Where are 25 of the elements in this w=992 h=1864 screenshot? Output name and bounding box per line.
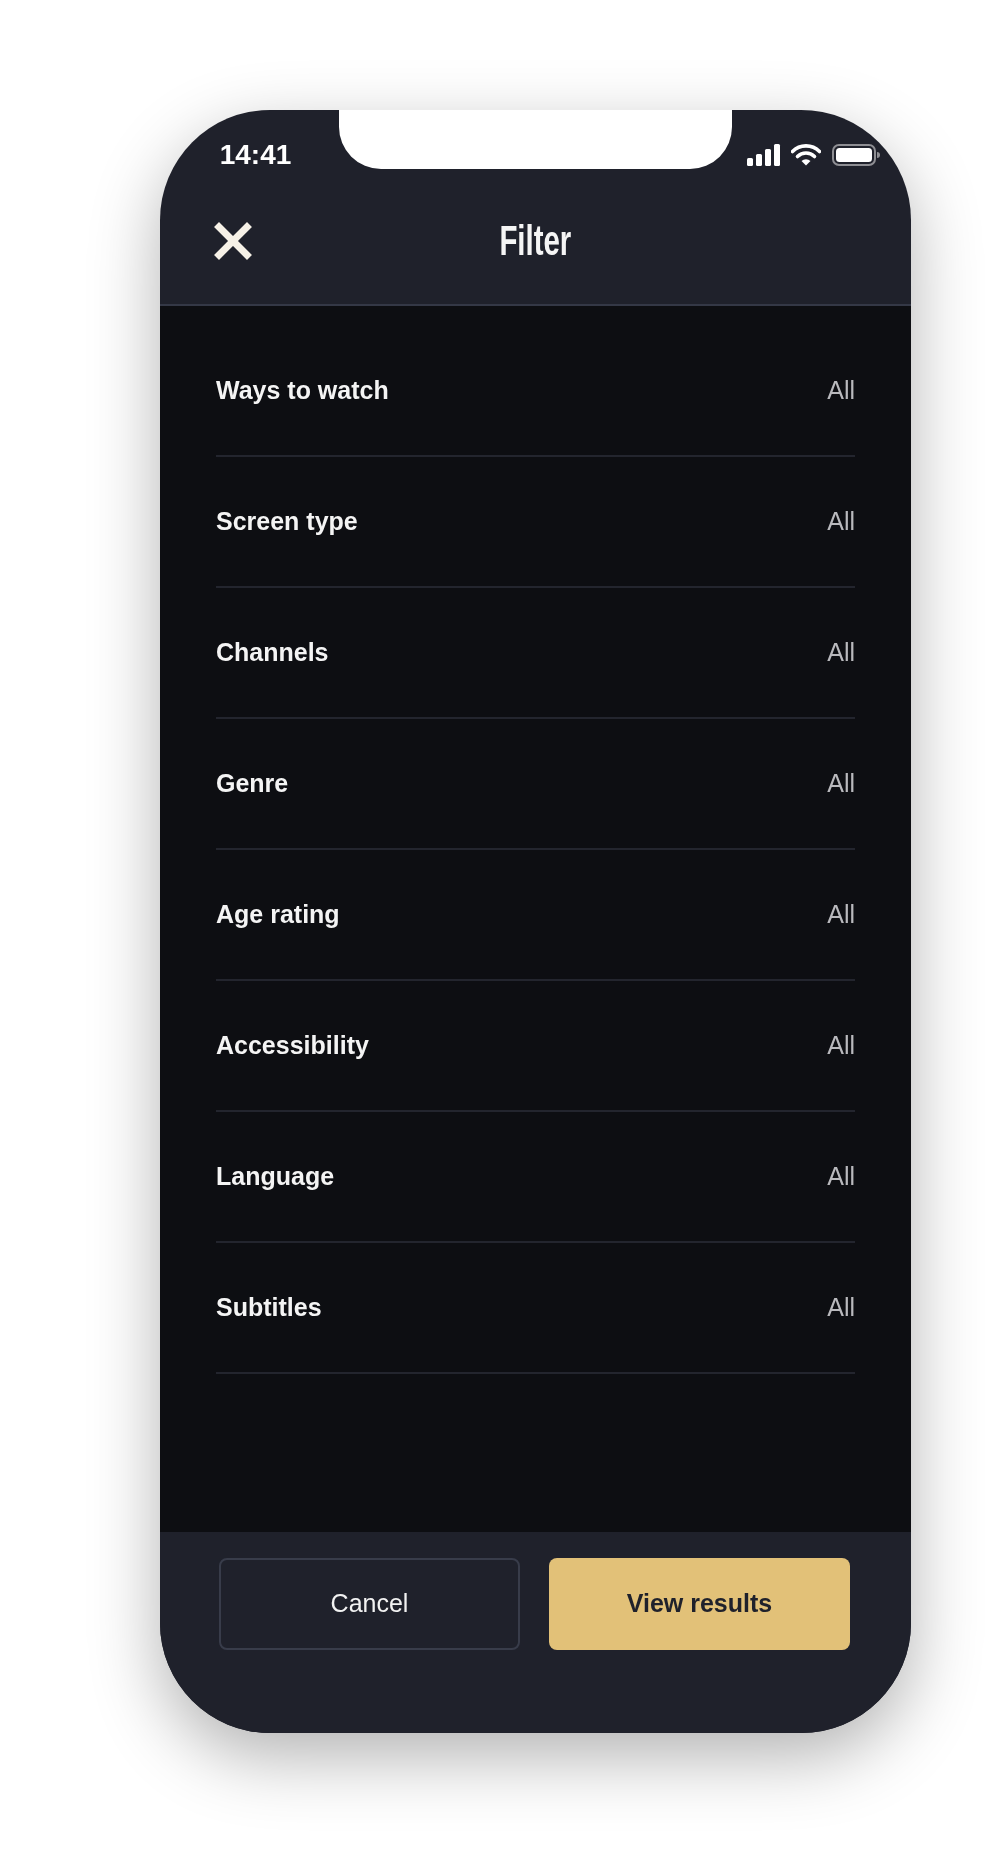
filter-label[interactable]: Subtitles xyxy=(216,1288,322,1327)
filter-value: All xyxy=(827,1029,855,1061)
close-icon xyxy=(214,221,252,260)
filter-label[interactable]: Accessibility xyxy=(216,1026,369,1065)
filter-label[interactable]: Screen type xyxy=(216,502,358,541)
filter-label[interactable]: Ways to watch xyxy=(216,371,389,410)
filter-value: All xyxy=(827,374,855,406)
view-results-button[interactable]: View results xyxy=(549,1558,850,1650)
filter-value: All xyxy=(827,898,855,930)
filter-label[interactable]: Channels xyxy=(216,633,329,672)
filter-label[interactable]: Language xyxy=(216,1157,335,1196)
status-time: 14:41 xyxy=(219,141,292,169)
filter-label[interactable]: Age rating xyxy=(216,895,340,934)
wifi-icon xyxy=(791,144,821,166)
filter-value: All xyxy=(827,505,855,537)
cancel-button[interactable]: Cancel xyxy=(219,1558,520,1650)
battery-icon xyxy=(832,144,880,166)
filter-value: All xyxy=(827,1160,855,1192)
filter-value: All xyxy=(827,767,855,799)
close-button[interactable] xyxy=(214,221,252,260)
header-title: Filter xyxy=(499,219,572,262)
filter-value: All xyxy=(827,1291,855,1323)
filter-label[interactable]: Genre xyxy=(216,764,289,803)
filter-value: All xyxy=(827,636,855,668)
signal-icon xyxy=(747,144,781,166)
